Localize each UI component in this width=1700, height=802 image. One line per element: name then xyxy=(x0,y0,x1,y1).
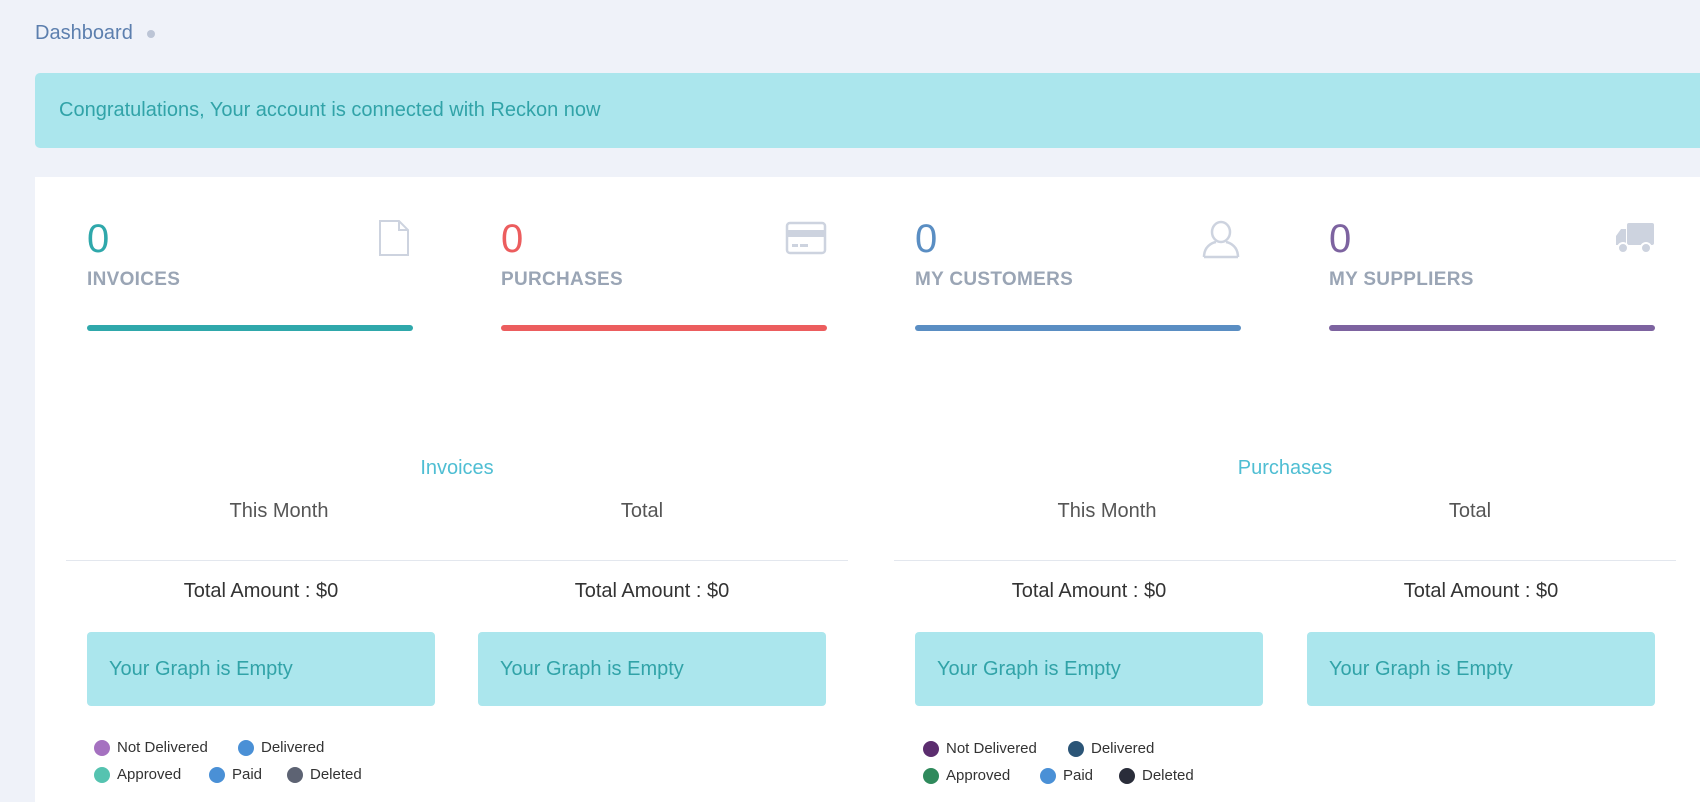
empty-graph-text: Your Graph is Empty xyxy=(937,658,1121,680)
empty-graph-text: Your Graph is Empty xyxy=(1329,658,1513,680)
column-heading: This Month xyxy=(1057,500,1157,522)
legend-swatch xyxy=(209,766,225,783)
stat-label: PURCHASES xyxy=(501,269,623,290)
legend-item: Not Delivered xyxy=(94,739,208,756)
legend-swatch xyxy=(923,740,939,757)
legend-item: Approved xyxy=(923,767,1010,784)
stat-bar xyxy=(915,325,1241,331)
column-heading: This Month xyxy=(229,500,329,522)
legend-label: Deleted xyxy=(310,766,362,783)
breadcrumb-separator xyxy=(146,29,155,38)
legend-item: Paid xyxy=(209,766,262,783)
legend-swatch xyxy=(287,766,303,783)
success-alert: Congratulations, Your account is connect… xyxy=(35,73,1700,148)
legend-label: Not Delivered xyxy=(946,740,1037,757)
empty-graph-text: Your Graph is Empty xyxy=(109,658,293,680)
stat-bar xyxy=(1329,325,1655,331)
legend-item: Approved xyxy=(94,766,181,783)
column-heading: Total xyxy=(1448,500,1492,522)
stat-label: MY CUSTOMERS xyxy=(915,269,1074,290)
stat-value: 0 xyxy=(87,217,110,261)
empty-graph-notice: Your Graph is Empty xyxy=(87,632,435,706)
legend-item: Not Delivered xyxy=(923,740,1037,757)
credit-card-icon xyxy=(785,221,827,255)
legend-item: Delivered xyxy=(1068,740,1154,757)
stat-label: INVOICES xyxy=(87,269,181,290)
document-icon xyxy=(379,220,409,256)
divider xyxy=(894,560,1676,561)
legend-item: Delivered xyxy=(238,739,324,756)
legend-item: Paid xyxy=(1040,767,1093,784)
legend-label: Delivered xyxy=(261,739,325,756)
column-heading: Total xyxy=(620,500,664,522)
stat-value: 0 xyxy=(915,217,938,261)
legend-label: Approved xyxy=(117,766,182,783)
legend-label: Approved xyxy=(946,767,1011,784)
legend-swatch xyxy=(1068,740,1084,757)
empty-graph-notice: Your Graph is Empty xyxy=(915,632,1263,706)
legend-label: Paid xyxy=(1063,767,1094,784)
legend-label: Delivered xyxy=(1091,740,1155,757)
legend-swatch xyxy=(923,767,939,784)
total-amount: Total Amount : $0 xyxy=(574,580,730,602)
legend-swatch xyxy=(1119,767,1135,784)
total-amount: Total Amount : $0 xyxy=(1403,580,1559,602)
legend-item: Deleted xyxy=(287,766,362,783)
legend-swatch xyxy=(1040,767,1056,784)
stat-bar xyxy=(87,325,413,331)
legend-swatch xyxy=(238,739,254,756)
alert-text: Congratulations, Your account is connect… xyxy=(59,99,601,121)
total-amount: Total Amount : $0 xyxy=(183,580,339,602)
legend-swatch xyxy=(94,739,110,756)
empty-graph-text: Your Graph is Empty xyxy=(500,658,684,680)
total-amount: Total Amount : $0 xyxy=(1011,580,1167,602)
empty-graph-notice: Your Graph is Empty xyxy=(1307,632,1655,706)
dashboard-panel: 0 INVOICES 0 PURCHASES 0 MY CUSTOMERS 0 … xyxy=(35,177,1700,802)
stat-label: MY SUPPLIERS xyxy=(1329,269,1474,290)
section-title-purchases: Purchases xyxy=(1237,457,1333,479)
legend-swatch xyxy=(94,766,110,783)
legend-item: Deleted xyxy=(1119,767,1194,784)
legend-label: Not Delivered xyxy=(117,739,208,756)
truck-icon xyxy=(1616,223,1654,254)
divider xyxy=(66,560,848,561)
section-title-invoices: Invoices xyxy=(420,457,494,479)
stat-value: 0 xyxy=(501,217,524,261)
legend-label: Paid xyxy=(232,766,263,783)
stat-value: 0 xyxy=(1329,217,1352,261)
user-icon xyxy=(1202,220,1240,259)
breadcrumb-dashboard-link[interactable]: Dashboard xyxy=(35,22,133,45)
legend-label: Deleted xyxy=(1142,767,1194,784)
empty-graph-notice: Your Graph is Empty xyxy=(478,632,826,706)
breadcrumb: Dashboard xyxy=(35,22,155,45)
stat-bar xyxy=(501,325,827,331)
